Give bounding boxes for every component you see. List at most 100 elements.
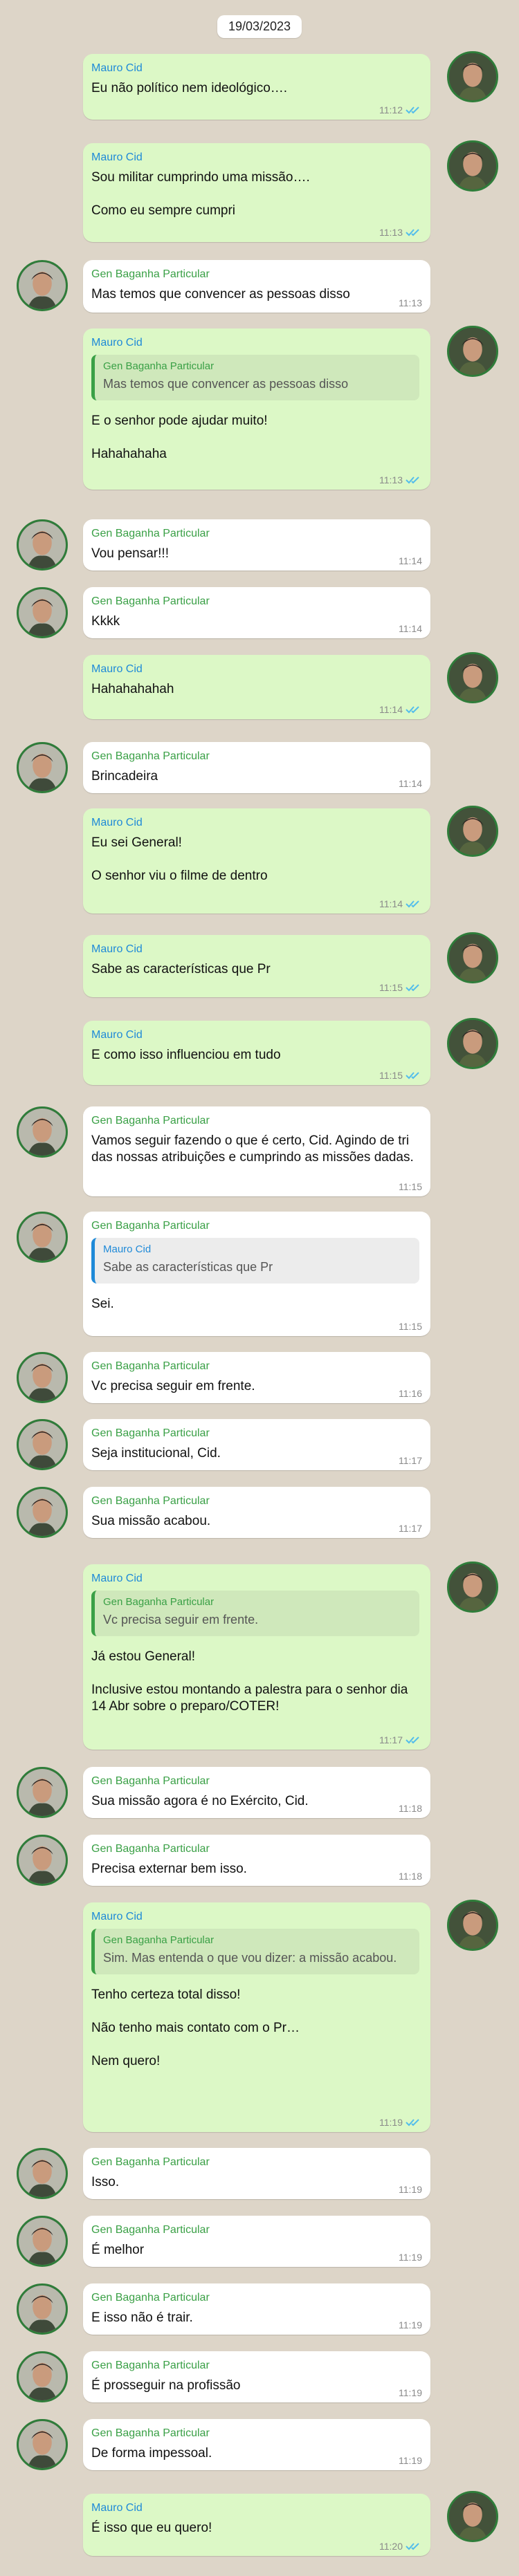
avatar[interactable] [447, 932, 498, 983]
avatar[interactable] [17, 742, 68, 793]
message-time: 11:14 [399, 778, 422, 789]
outgoing-message-bubble[interactable]: Mauro Cid É isso que eu quero! 11:20 [83, 2494, 430, 2556]
outgoing-message-bubble[interactable]: Mauro Cid E como isso influenciou em tudo… [83, 1021, 430, 1085]
avatar[interactable] [17, 1835, 68, 1886]
message-text: E como isso influenciou em tudo [91, 1048, 281, 1062]
message-text: Mas temos que convencer as pessoas disso [91, 287, 350, 302]
sender-name: Gen Baganha Particular [91, 2292, 210, 2304]
outgoing-message-bubble[interactable]: Mauro Cid Eu não político nem ideológico…… [83, 54, 430, 120]
outgoing-message-bubble[interactable]: Mauro Cid Eu sei General! O senhor viu o … [83, 808, 430, 914]
avatar[interactable] [17, 1487, 68, 1538]
incoming-message-bubble[interactable]: Gen Baganha Particular Isso. 11:19 [83, 2148, 430, 2199]
quoted-message[interactable]: Gen Baganha Particular Sim. Mas entenda o… [91, 1929, 419, 1974]
sender-name: Gen Baganha Particular [91, 1775, 210, 1787]
message-time: 11:17 [399, 1523, 422, 1534]
avatar[interactable] [17, 260, 68, 311]
message-meta: 11:15 [399, 1181, 422, 1192]
message-text: Sua missão acabou. [91, 1514, 211, 1528]
avatar[interactable] [447, 806, 498, 857]
avatar[interactable] [447, 326, 498, 377]
avatar[interactable] [17, 1106, 68, 1158]
sender-name: Gen Baganha Particular [91, 2224, 210, 2236]
message-meta: 11:16 [399, 1388, 422, 1399]
message-time: 11:17 [399, 1455, 422, 1466]
message-meta: 11:18 [399, 1871, 422, 1882]
double-check-icon [406, 983, 422, 992]
message-meta: 11:19 [379, 2117, 422, 2128]
message-meta: 11:14 [379, 898, 422, 909]
incoming-message-bubble[interactable]: Gen Baganha Particular É prosseguir na pr… [83, 2351, 430, 2402]
incoming-message-bubble[interactable]: Gen Baganha Particular De forma impessoal… [83, 2419, 430, 2470]
sender-name: Mauro Cid [91, 151, 143, 163]
incoming-message-bubble[interactable]: Gen Baganha Particular Kkkk 11:14 [83, 587, 430, 638]
incoming-message-bubble[interactable]: Gen Baganha Particular Vou pensar!!! 11:14 [83, 519, 430, 571]
quoted-text: Sabe as características que Pr [103, 1260, 273, 1274]
message-time: 11:19 [399, 2184, 422, 2195]
avatar[interactable] [447, 140, 498, 192]
quoted-message[interactable]: Gen Baganha Particular Mas temos que conv… [91, 355, 419, 400]
quoted-message[interactable]: Mauro Cid Sabe as características que Pr [91, 1238, 419, 1284]
sender-name: Gen Baganha Particular [91, 750, 210, 762]
avatar[interactable] [17, 1212, 68, 1263]
message-meta: 11:13 [379, 227, 422, 238]
sender-name: Gen Baganha Particular [91, 1220, 210, 1232]
incoming-message-bubble[interactable]: Gen Baganha Particular Mas temos que conv… [83, 260, 430, 313]
double-check-icon [406, 475, 422, 485]
outgoing-message-bubble[interactable]: Mauro Cid Sabe as características que Pr 1… [83, 935, 430, 997]
avatar[interactable] [17, 1419, 68, 1470]
incoming-message-bubble[interactable]: Gen Baganha Particular Brincadeira 11:14 [83, 742, 430, 793]
incoming-message-bubble[interactable]: Gen Baganha Particular Sua missão agora é… [83, 1767, 430, 1818]
avatar[interactable] [17, 519, 68, 571]
avatar[interactable] [17, 2283, 68, 2335]
message-text: Sua missão agora é no Exército, Cid. [91, 1794, 309, 1808]
message-meta: 11:15 [379, 1070, 422, 1081]
incoming-message-bubble[interactable]: Gen Baganha Particular E isso não é trair… [83, 2283, 430, 2335]
double-check-icon [406, 705, 422, 714]
incoming-message-bubble[interactable]: Gen Baganha Particular Precisa externar b… [83, 1835, 430, 1886]
avatar[interactable] [17, 2351, 68, 2402]
avatar[interactable] [17, 1352, 68, 1403]
avatar[interactable] [447, 1018, 498, 1069]
double-check-icon [406, 228, 422, 237]
sender-name: Gen Baganha Particular [91, 595, 210, 607]
quoted-message[interactable]: Gen Baganha Particular Vc precisa seguir … [91, 1591, 419, 1636]
message-text: Seja institucional, Cid. [91, 1446, 221, 1461]
avatar[interactable] [17, 587, 68, 638]
outgoing-message-bubble[interactable]: Mauro Cid Hahahahahah 11:14 [83, 655, 430, 719]
message-meta: 11:17 [399, 1455, 422, 1466]
incoming-message-bubble[interactable]: Gen Baganha Particular Sua missão acabou.… [83, 1487, 430, 1538]
avatar[interactable] [17, 2148, 68, 2199]
message-meta: 11:20 [379, 2541, 422, 2552]
sender-name: Gen Baganha Particular [91, 1843, 210, 1855]
avatar[interactable] [17, 2419, 68, 2470]
outgoing-message-bubble[interactable]: Mauro Cid Gen Baganha Particular Vc precis… [83, 1564, 430, 1750]
quoted-text: Sim. Mas entenda o que vou dizer: a miss… [103, 1951, 397, 1965]
avatar[interactable] [447, 1562, 498, 1613]
incoming-message-bubble[interactable]: Gen Baganha Particular Vc precisa seguir … [83, 1352, 430, 1403]
avatar[interactable] [447, 1900, 498, 1951]
sender-name: Gen Baganha Particular [91, 1115, 210, 1127]
outgoing-message-bubble[interactable]: Mauro Cid Gen Baganha Particular Sim. Mas … [83, 1902, 430, 2132]
avatar[interactable] [447, 2491, 498, 2542]
quoted-sender-name: Gen Baganha Particular [103, 360, 215, 372]
outgoing-message-bubble[interactable]: Mauro Cid Sou militar cumprindo uma missã… [83, 143, 430, 242]
quoted-sender-name: Mauro Cid [103, 1243, 152, 1255]
outgoing-message-bubble[interactable]: Mauro Cid Gen Baganha Particular Mas temos… [83, 328, 430, 490]
message-time: 11:17 [379, 1734, 403, 1745]
avatar[interactable] [447, 652, 498, 703]
message-meta: 11:13 [379, 474, 422, 485]
sender-name: Mauro Cid [91, 943, 143, 955]
message-time: 11:13 [379, 474, 403, 485]
incoming-message-bubble[interactable]: Gen Baganha Particular Vamos seguir fazen… [83, 1106, 430, 1196]
sender-name: Gen Baganha Particular [91, 1427, 210, 1439]
incoming-message-bubble[interactable]: Gen Baganha Particular É melhor 11:19 [83, 2216, 430, 2267]
avatar[interactable] [447, 51, 498, 102]
incoming-message-bubble[interactable]: Gen Baganha Particular Mauro Cid Sabe as c… [83, 1212, 430, 1336]
sender-name: Mauro Cid [91, 1573, 143, 1584]
incoming-message-bubble[interactable]: Gen Baganha Particular Seja institucional… [83, 1419, 430, 1470]
avatar[interactable] [17, 2216, 68, 2267]
message-meta: 11:14 [399, 623, 422, 634]
message-text: É melhor [91, 2243, 145, 2257]
avatar[interactable] [17, 1767, 68, 1818]
chat-area[interactable]: 19/03/2023 Mauro Cid Eu não político nem … [0, 0, 519, 2576]
